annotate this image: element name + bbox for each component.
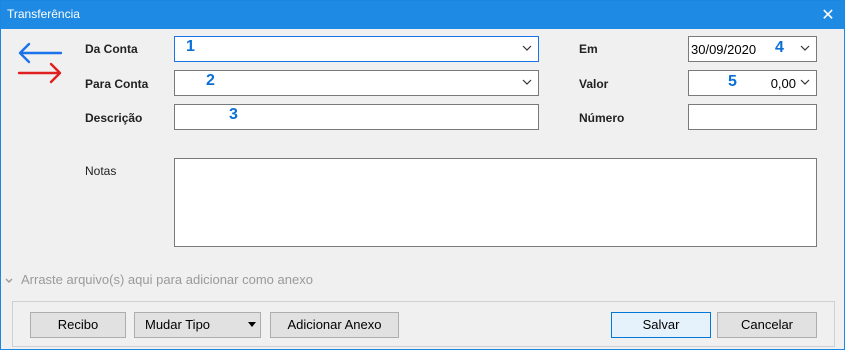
marker-5: 5: [728, 73, 737, 90]
number-input[interactable]: [688, 104, 817, 130]
notes-textarea[interactable]: [174, 158, 817, 247]
chevron-down-icon[interactable]: [800, 77, 810, 87]
to-account-select[interactable]: [174, 70, 539, 96]
save-button[interactable]: Salvar: [611, 312, 711, 338]
change-type-button[interactable]: Mudar Tipo: [134, 312, 261, 338]
number-label: Número: [579, 111, 625, 125]
close-icon[interactable]: ✕: [818, 5, 838, 25]
chevron-down-icon[interactable]: [522, 77, 532, 87]
notes-label: Notas: [85, 164, 117, 178]
marker-3: 3: [229, 106, 238, 123]
from-account-select[interactable]: [174, 36, 539, 62]
attachment-hint: Arraste arquivo(s) aqui para adicionar c…: [21, 272, 313, 287]
dropdown-arrow-icon: [248, 322, 256, 327]
from-account-label: Da Conta: [85, 42, 138, 56]
add-attachment-button[interactable]: Adicionar Anexo: [270, 312, 399, 338]
date-picker[interactable]: 30/09/2020: [688, 36, 817, 62]
date-value: 30/09/2020: [691, 42, 757, 57]
marker-1: 1: [186, 38, 195, 55]
amount-input[interactable]: 0,00: [688, 70, 817, 96]
marker-2: 2: [206, 72, 215, 89]
amount-value: 0,00: [770, 76, 796, 91]
change-type-label: Mudar Tipo: [145, 317, 211, 332]
transfer-arrows-icon: [17, 42, 63, 84]
to-account-label: Para Conta: [85, 77, 149, 91]
description-label: Descrição: [85, 111, 143, 125]
button-bar: Recibo Mudar Tipo Adicionar Anexo Salvar…: [12, 301, 835, 347]
receipt-button[interactable]: Recibo: [30, 312, 126, 338]
chevron-down-icon[interactable]: [800, 43, 810, 53]
cancel-button[interactable]: Cancelar: [717, 312, 817, 338]
marker-4: 4: [775, 39, 784, 56]
date-label: Em: [579, 42, 598, 56]
title-bar: Transferência ✕: [1, 1, 844, 29]
amount-label: Valor: [579, 77, 609, 91]
chevron-down-icon[interactable]: [522, 43, 532, 53]
window-title: Transferência: [7, 7, 80, 21]
transfer-dialog: Transferência ✕ Da Conta 1 Para Conta 2 …: [0, 0, 845, 350]
chevron-down-icon[interactable]: [5, 277, 13, 285]
